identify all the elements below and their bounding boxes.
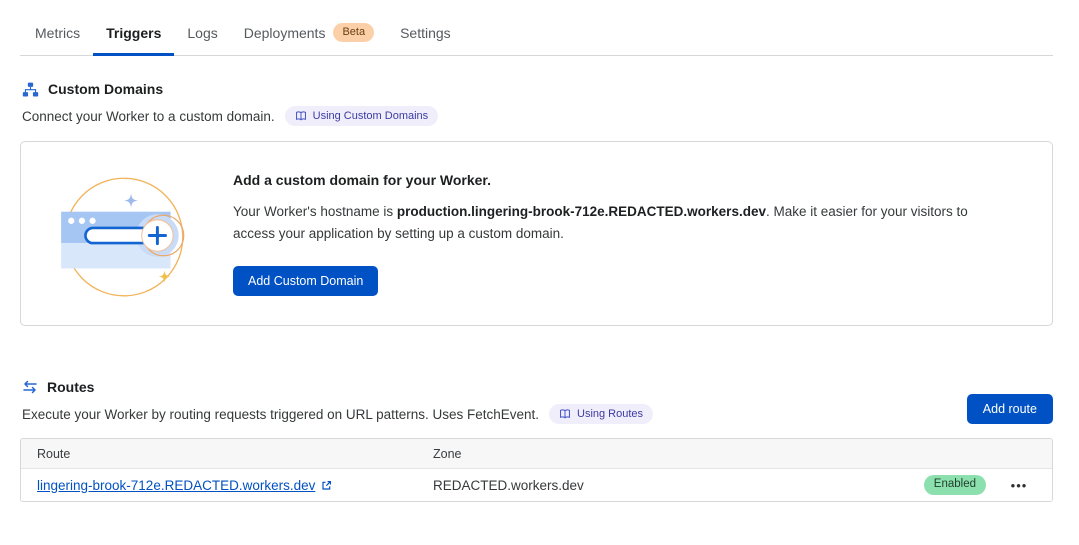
browser-plus-illustration [61, 177, 185, 296]
routes-table: Route Zone lingering-brook-712e.REDACTED… [20, 438, 1053, 502]
tab-label: Settings [400, 24, 451, 41]
routes-header: Routes Execute your Worker by routing re… [20, 379, 1053, 424]
custom-domain-card-content: Add a custom domain for your Worker. You… [233, 172, 1023, 296]
routes-description: Execute your Worker by routing requests … [22, 406, 539, 422]
tab-metrics[interactable]: Metrics [22, 14, 93, 56]
routes-description-row: Execute your Worker by routing requests … [20, 404, 654, 424]
status-badge: Enabled [923, 475, 986, 495]
custom-domains-section: Custom Domains Connect your Worker to a … [20, 81, 1053, 326]
using-custom-domains-link[interactable]: Using Custom Domains [284, 106, 439, 126]
tab-settings[interactable]: Settings [387, 14, 464, 56]
using-custom-domains-label: Using Custom Domains [312, 109, 429, 122]
card-body-text: Your Worker's hostname is production.lin… [233, 201, 1003, 245]
routes-title-row: Routes [20, 379, 653, 395]
tab-label: Triggers [106, 24, 162, 41]
route-table-row: lingering-brook-712e.REDACTED.workers.de… [21, 469, 1052, 501]
tab-label: Metrics [35, 24, 81, 41]
routes-table-header: Route Zone [21, 439, 1052, 469]
tab-deployments[interactable]: Deployments Beta [231, 14, 387, 56]
using-routes-label: Using Routes [577, 407, 644, 420]
row-overflow-menu-button[interactable]: ••• [1005, 474, 1034, 497]
routes-header-left: Routes Execute your Worker by routing re… [20, 379, 654, 424]
custom-domains-description: Connect your Worker to a custom domain. [22, 108, 275, 124]
card-body-prefix: Your Worker's hostname is [233, 203, 397, 219]
custom-domains-title: Custom Domains [48, 81, 164, 97]
routes-title: Routes [47, 379, 95, 395]
using-routes-link[interactable]: Using Routes [549, 404, 654, 424]
beta-badge: Beta [333, 23, 375, 42]
zone-column-header: Zone [433, 446, 462, 461]
custom-domains-description-row: Connect your Worker to a custom domain. … [20, 106, 1053, 126]
routes-section: Routes Execute your Worker by routing re… [20, 379, 1053, 502]
book-icon [295, 110, 307, 122]
tab-logs[interactable]: Logs [174, 14, 230, 56]
book-icon [559, 408, 571, 420]
status-cell: Enabled [906, 475, 986, 495]
route-cell: lingering-brook-712e.REDACTED.workers.de… [21, 478, 433, 493]
route-column-header: Route [37, 446, 71, 461]
menu-cell: ••• [986, 474, 1052, 497]
swap-arrows-icon [22, 380, 38, 394]
worker-hostname: production.lingering-brook-712e.REDACTED… [396, 203, 766, 219]
tab-label: Deployments [243, 24, 326, 41]
custom-domain-card: Add a custom domain for your Worker. You… [20, 141, 1053, 326]
tab-triggers[interactable]: Triggers [93, 14, 175, 56]
custom-domains-title-row: Custom Domains [20, 81, 1053, 97]
tab-bar: Metrics Triggers Logs Deployments Beta S… [20, 14, 1053, 56]
sitemap-icon [22, 82, 39, 97]
tab-label: Logs [187, 24, 218, 41]
add-custom-domain-button[interactable]: Add Custom Domain [233, 265, 379, 296]
zone-cell: REDACTED.workers.dev [433, 477, 584, 493]
custom-domain-illustration [21, 158, 233, 310]
route-link[interactable]: lingering-brook-712e.REDACTED.workers.de… [37, 478, 315, 493]
add-route-button[interactable]: Add route [966, 393, 1053, 424]
external-link-icon[interactable] [321, 480, 332, 491]
card-heading: Add a custom domain for your Worker. [233, 171, 492, 188]
